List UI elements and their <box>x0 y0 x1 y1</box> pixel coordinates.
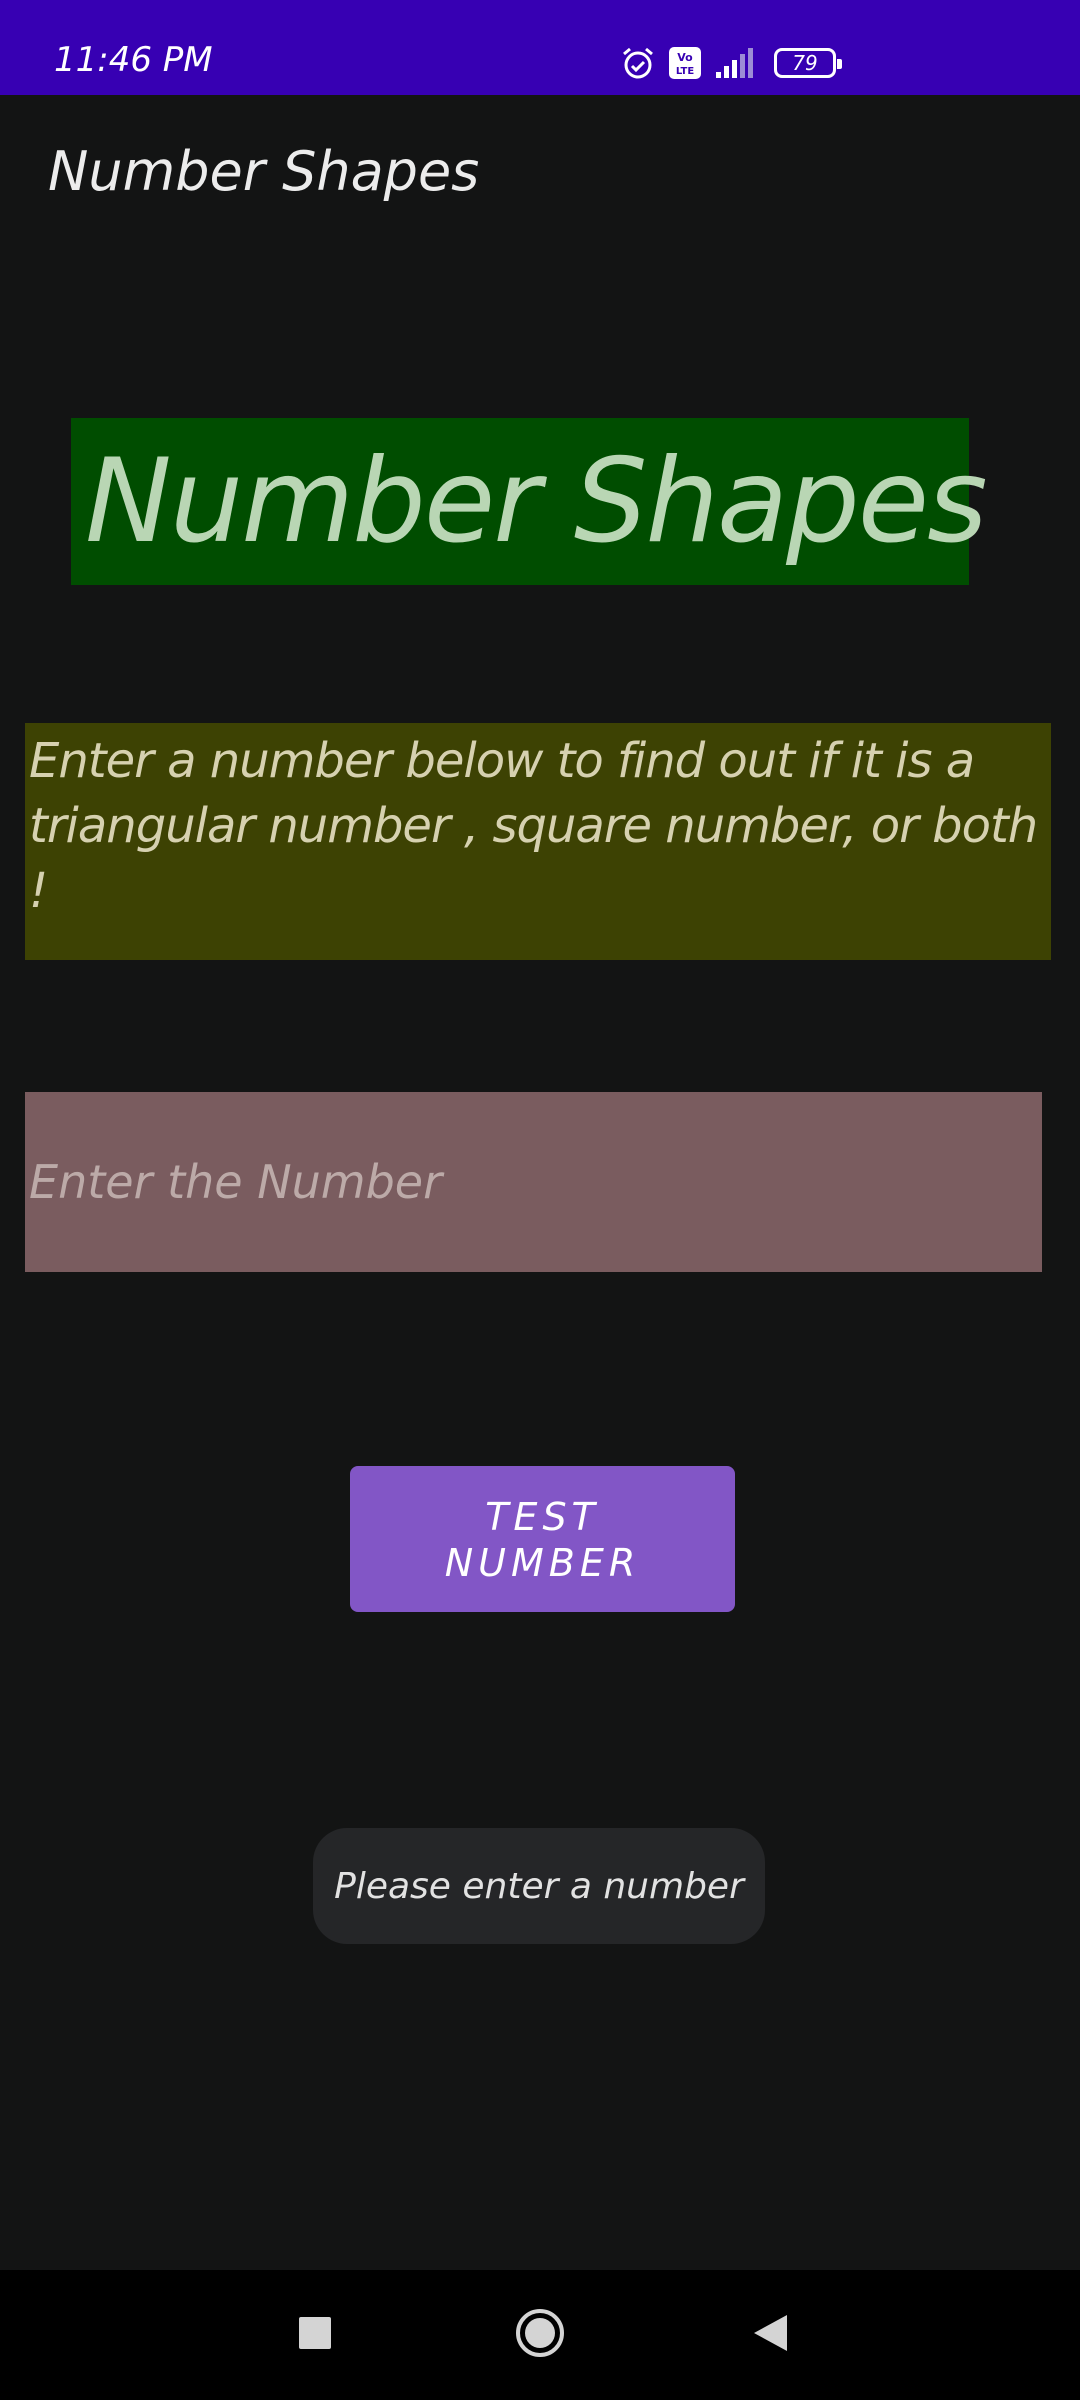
recents-square-icon <box>298 2316 332 2354</box>
heading-text: Number Shapes <box>85 434 988 569</box>
number-input[interactable] <box>25 1092 1042 1272</box>
svg-text:Vo: Vo <box>677 51 693 64</box>
signal-icon <box>714 46 754 80</box>
recents-button[interactable] <box>280 2270 350 2400</box>
description-box: Enter a number below to find out if it i… <box>25 723 1051 960</box>
home-button[interactable] <box>505 2270 575 2400</box>
status-time: 11:46 PM <box>54 40 213 80</box>
status-bar: 11:46 PM Vo LTE 79 <box>0 0 1080 95</box>
test-number-button[interactable]: TEST NUMBER <box>350 1466 735 1612</box>
battery-level: 79 <box>792 51 818 75</box>
svg-text:LTE: LTE <box>676 66 695 77</box>
back-triangle-icon <box>751 2313 789 2357</box>
battery-icon: 79 <box>774 48 842 78</box>
app-screen: 11:46 PM Vo LTE 79 Number Shapes Number … <box>0 0 1080 2400</box>
heading-banner: Number Shapes <box>71 418 988 585</box>
toast-message: Please enter a number <box>313 1828 765 1944</box>
navigation-bar <box>0 2270 1080 2400</box>
back-button[interactable] <box>735 2270 805 2400</box>
app-bar-title: Number Shapes <box>48 140 480 203</box>
home-circle-icon <box>514 2307 566 2363</box>
description-text: Enter a number below to find out if it i… <box>29 733 1038 919</box>
status-icons: Vo LTE 79 <box>620 38 842 88</box>
volte-icon: Vo LTE <box>668 46 702 80</box>
alarm-icon <box>620 45 656 81</box>
